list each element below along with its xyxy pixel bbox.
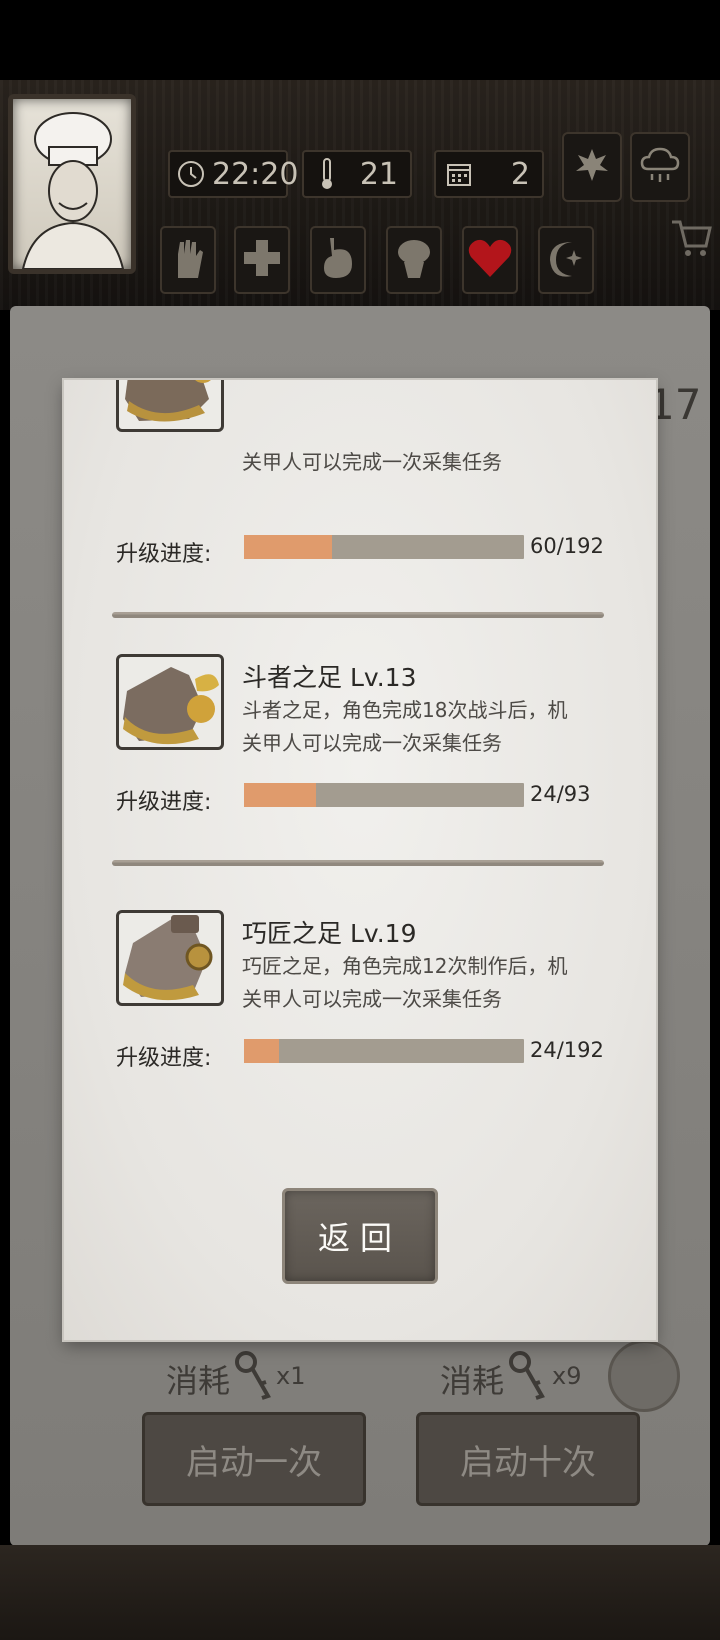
time-display: 22:20 bbox=[168, 150, 298, 198]
progress-count: 24/93 bbox=[530, 782, 591, 806]
cart-icon[interactable] bbox=[670, 216, 714, 260]
cross-icon bbox=[242, 238, 282, 282]
background-count-badge: 17 bbox=[648, 380, 702, 429]
cost-single-qty: x1 bbox=[276, 1362, 306, 1390]
condition-health-button[interactable] bbox=[234, 226, 290, 294]
status-bar bbox=[0, 0, 720, 80]
cost-single-label: 消耗 bbox=[166, 1362, 231, 1400]
progress-bar bbox=[244, 535, 524, 559]
divider bbox=[112, 860, 604, 866]
progress-bar bbox=[244, 1039, 524, 1063]
progress-fill bbox=[244, 1039, 279, 1063]
list-item: 巧匠之足 Lv.19 巧匠之足，角色完成12次制作后，机关甲人可以完成一次采集任… bbox=[64, 910, 656, 1100]
upgrade-dialog: 关甲人可以完成一次采集任务 升级进度: 60/192 斗者之足 Lv.13 斗者… bbox=[64, 380, 656, 1340]
progress-label: 升级进度: bbox=[116, 1046, 212, 1071]
day-display: 2 bbox=[434, 150, 544, 198]
progress-fill bbox=[244, 783, 317, 807]
start-ten-button[interactable]: 启动十次 bbox=[416, 1412, 640, 1506]
condition-hunger-button[interactable] bbox=[310, 226, 366, 294]
heart-icon bbox=[467, 237, 513, 283]
leaf-icon bbox=[572, 145, 612, 189]
rain-icon bbox=[638, 143, 682, 191]
item-description: 巧匠之足，角色完成12次制作后，机关甲人可以完成一次采集任务 bbox=[242, 954, 568, 1011]
key-icon bbox=[234, 1350, 274, 1406]
item-description: 关甲人可以完成一次采集任务 bbox=[242, 450, 502, 474]
calendar-icon bbox=[442, 157, 476, 191]
temperature-display: 21 bbox=[302, 150, 412, 198]
progress-fill bbox=[244, 535, 332, 559]
upgrade-list[interactable]: 关甲人可以完成一次采集任务 升级进度: 60/192 斗者之足 Lv.13 斗者… bbox=[64, 380, 656, 1100]
progress-count: 24/192 bbox=[530, 1038, 604, 1062]
time-value: 22:20 bbox=[212, 156, 299, 192]
clock-icon bbox=[176, 157, 206, 191]
item-title: 巧匠之足 Lv.19 bbox=[242, 919, 417, 948]
boot-icon bbox=[116, 654, 224, 750]
condition-heart-button[interactable] bbox=[462, 226, 518, 294]
stomach-icon bbox=[318, 236, 358, 284]
list-item: 关甲人可以完成一次采集任务 升级进度: 60/192 bbox=[64, 380, 656, 662]
hand-icon bbox=[170, 236, 206, 284]
condition-hand-button[interactable] bbox=[160, 226, 216, 294]
cost-ten-label: 消耗 bbox=[440, 1362, 505, 1400]
boot-icon bbox=[116, 380, 224, 432]
weather-button[interactable] bbox=[630, 132, 690, 202]
item-title: 斗者之足 Lv.13 bbox=[242, 663, 417, 692]
progress-count: 60/192 bbox=[530, 534, 604, 558]
thermometer-icon bbox=[310, 157, 344, 191]
boot-icon bbox=[116, 910, 224, 1006]
cost-ten-qty: x9 bbox=[552, 1362, 582, 1390]
character-portrait[interactable] bbox=[8, 94, 136, 274]
note-icon[interactable] bbox=[608, 1340, 680, 1412]
key-icon bbox=[508, 1350, 548, 1406]
progress-label: 升级进度: bbox=[116, 790, 212, 815]
divider bbox=[112, 612, 604, 618]
background-floor bbox=[0, 1545, 720, 1640]
progress-label: 升级进度: bbox=[116, 542, 212, 567]
condition-mind-button[interactable] bbox=[386, 226, 442, 294]
top-hud: 22:20 21 2 bbox=[0, 80, 720, 310]
back-button[interactable]: 返回 bbox=[282, 1188, 438, 1284]
list-item: 斗者之足 Lv.13 斗者之足，角色完成18次战斗后，机关甲人可以完成一次采集任… bbox=[64, 654, 656, 910]
moon-icon bbox=[546, 238, 586, 282]
progress-bar bbox=[244, 783, 524, 807]
condition-sleep-button[interactable] bbox=[538, 226, 594, 294]
start-once-button[interactable]: 启动一次 bbox=[142, 1412, 366, 1506]
brain-icon bbox=[392, 236, 436, 284]
temperature-value: 21 bbox=[359, 156, 398, 192]
day-value: 2 bbox=[510, 156, 530, 192]
season-button[interactable] bbox=[562, 132, 622, 202]
item-description: 斗者之足，角色完成18次战斗后，机关甲人可以完成一次采集任务 bbox=[242, 698, 568, 755]
